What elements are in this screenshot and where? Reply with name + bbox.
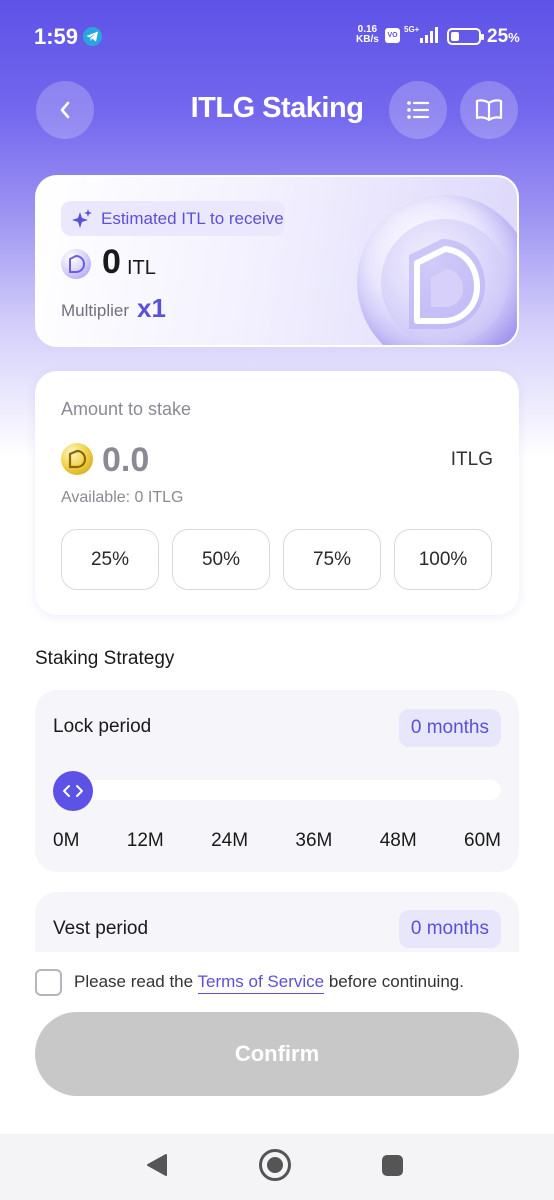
terms-text-after: before continuing. xyxy=(324,972,464,991)
stake-amount-input[interactable]: 0.0 xyxy=(102,441,149,480)
terms-text-before: Please read the xyxy=(74,972,198,991)
network-speed: 0.16 KB/s xyxy=(356,25,379,45)
vest-period-card: Vest period 0 months xyxy=(35,892,519,952)
available-balance: Available: 0 ITLG xyxy=(61,489,184,506)
tick-label[interactable]: 36M xyxy=(295,830,332,852)
nav-home-icon[interactable] xyxy=(259,1149,291,1181)
lock-period-slider-handle[interactable] xyxy=(53,771,93,811)
estimate-label: Estimated ITL to receive xyxy=(101,208,284,228)
percent-75-button[interactable]: 75% xyxy=(283,529,381,590)
itl-coin-icon xyxy=(61,249,91,279)
svg-text:5G+: 5G+ xyxy=(404,25,420,34)
nav-recents-icon[interactable] xyxy=(382,1155,403,1176)
tick-label[interactable]: 24M xyxy=(211,830,248,852)
estimate-label-pill: Estimated ITL to receive xyxy=(61,201,285,236)
stake-label: Amount to stake xyxy=(61,399,192,419)
vest-period-value: 0 months xyxy=(398,910,501,948)
battery-percent: 25% xyxy=(487,26,520,48)
lock-period-value: 0 months xyxy=(398,709,501,747)
percent-100-button[interactable]: 100% xyxy=(394,529,492,590)
battery-icon xyxy=(447,28,484,45)
history-list-button[interactable] xyxy=(389,81,447,139)
estimate-unit: ITL xyxy=(127,257,156,279)
tick-label[interactable]: 60M xyxy=(464,830,501,852)
list-icon xyxy=(407,101,430,119)
itl-coin-illustration xyxy=(357,195,517,345)
status-bar: 1:59 0.16 KB/s VO 5G+ 25% xyxy=(0,0,554,74)
code-arrows-icon xyxy=(63,785,83,797)
tick-label[interactable]: 12M xyxy=(127,830,164,852)
system-navigation-bar xyxy=(0,1134,554,1200)
nav-back-icon[interactable] xyxy=(146,1153,168,1177)
vest-period-label: Vest period xyxy=(53,918,149,939)
percent-50-button[interactable]: 50% xyxy=(172,529,270,590)
network-speed-unit: KB/s xyxy=(356,34,379,45)
percent-button-row: 25% 50% 75% 100% xyxy=(61,529,492,590)
stake-amount-card: Amount to stake 0.0 ITLG Available: 0 IT… xyxy=(35,371,519,615)
terms-row: Please read the Terms of Service before … xyxy=(35,967,464,997)
battery-percent-value: 25 xyxy=(487,26,509,47)
estimate-value: 0 xyxy=(102,243,121,281)
lock-period-card: Lock period 0 months 0M 12M 24M 36M 48M … xyxy=(35,690,519,872)
tick-label[interactable]: 48M xyxy=(380,830,417,852)
terms-checkbox[interactable] xyxy=(35,968,62,996)
guide-button[interactable] xyxy=(460,81,518,139)
signal-icon: 5G+ xyxy=(404,25,438,43)
staking-strategy-title: Staking Strategy xyxy=(35,648,175,669)
multiplier-label: Multiplier xyxy=(61,301,130,320)
status-time: 1:59 xyxy=(34,24,79,49)
lock-period-label: Lock period xyxy=(53,716,152,737)
percent-25-button[interactable]: 25% xyxy=(61,529,159,590)
lock-period-slider-track[interactable] xyxy=(53,780,501,800)
terms-of-service-link[interactable]: Terms of Service xyxy=(197,972,325,994)
estimate-card: Estimated ITL to receive 0 ITL Multiplie… xyxy=(35,175,519,347)
volte-icon: VO xyxy=(385,28,400,43)
multiplier-value: x1 xyxy=(137,293,166,323)
telegram-icon xyxy=(83,27,102,46)
sparkle-icon xyxy=(72,208,92,228)
tick-label[interactable]: 0M xyxy=(53,830,79,852)
book-icon xyxy=(475,99,503,122)
battery-percent-unit: % xyxy=(508,30,520,45)
terms-text: Please read the Terms of Service before … xyxy=(74,972,464,994)
confirm-button[interactable]: Confirm xyxy=(35,1012,519,1096)
stake-unit: ITLG xyxy=(450,449,493,470)
lock-period-ticks: 0M 12M 24M 36M 48M 60M xyxy=(53,830,501,852)
itlg-coin-icon xyxy=(61,443,93,475)
